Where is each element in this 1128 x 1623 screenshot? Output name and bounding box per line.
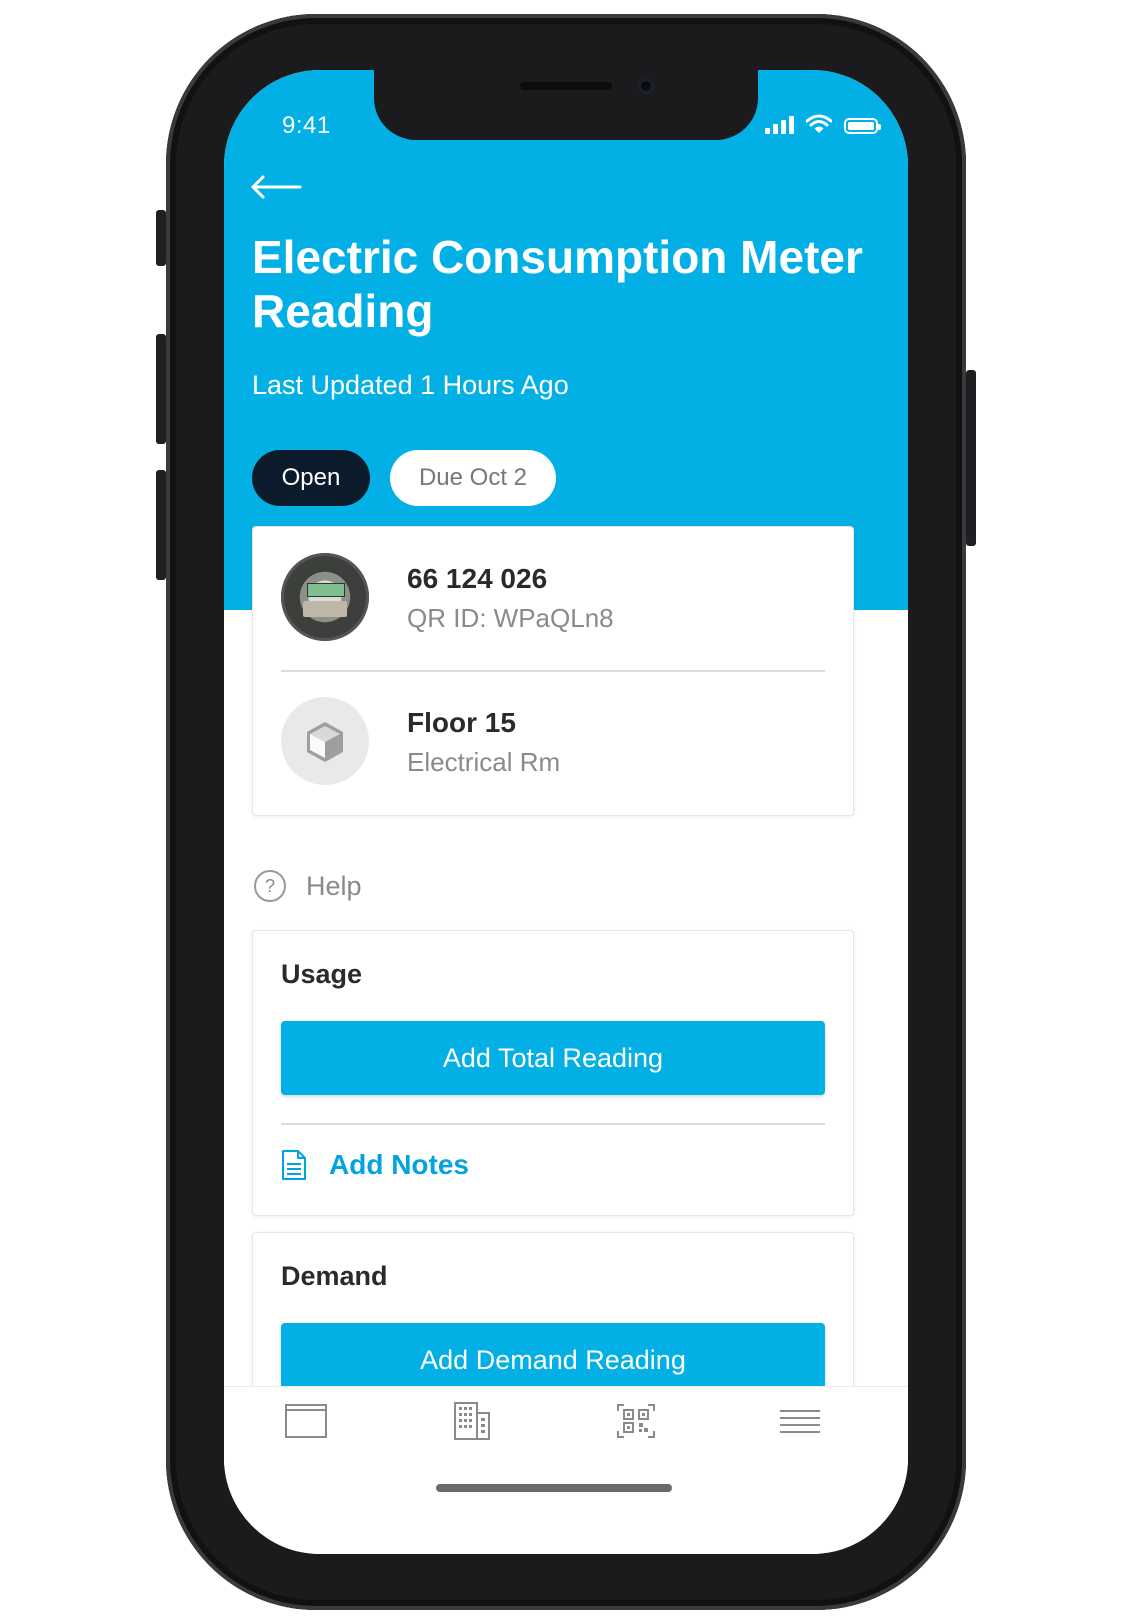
demand-title: Demand (281, 1261, 388, 1291)
meter-photo (281, 553, 369, 641)
qr-id: QR ID: WPaQLn8 (407, 603, 614, 633)
phone-frame: 9:41 Electric Consumption Meter Reading … (156, 14, 976, 1610)
front-camera (638, 78, 654, 94)
window-icon[interactable] (284, 1401, 328, 1441)
silent-switch (156, 210, 166, 266)
usage-card: Usage Add Total Reading Add Notes (252, 930, 854, 1216)
volume-down-button (156, 470, 166, 580)
bottom-tab-bar (224, 1386, 908, 1554)
asset-info-card: 66 124 026 QR ID: WPaQLn8 Floor 15 Elect… (252, 526, 854, 816)
power-button (966, 370, 976, 546)
document-icon (282, 1150, 306, 1180)
help-icon: ? (254, 870, 286, 902)
back-arrow-icon[interactable] (250, 174, 302, 200)
location-row[interactable]: Floor 15 Electrical Rm (281, 697, 825, 817)
speaker-grille (520, 82, 612, 90)
volume-up-button (156, 334, 166, 444)
status-badge[interactable]: Open (252, 450, 370, 506)
notch (374, 70, 758, 140)
due-date-badge[interactable]: Due Oct 2 (390, 450, 556, 506)
last-updated-text: Last Updated 1 Hours Ago (252, 370, 569, 400)
app-screen: 9:41 Electric Consumption Meter Reading … (224, 70, 908, 1554)
qr-code-icon[interactable] (614, 1401, 658, 1441)
space-avatar (281, 697, 369, 785)
battery-icon (844, 118, 881, 134)
room-label: Electrical Rm (407, 747, 561, 777)
menu-icon[interactable] (778, 1401, 822, 1441)
usage-title: Usage (281, 959, 363, 989)
add-notes-link[interactable]: Add Notes (281, 1149, 469, 1181)
page-title: Electric Consumption Meter Reading (252, 231, 863, 337)
building-icon[interactable] (449, 1401, 493, 1441)
card-divider (281, 670, 825, 672)
status-time: 9:41 (282, 112, 331, 139)
card-divider (281, 1123, 825, 1125)
cellular-signal-icon (765, 114, 794, 134)
asset-row[interactable]: 66 124 026 QR ID: WPaQLn8 (281, 553, 825, 673)
help-label: Help (306, 870, 362, 901)
cube-icon (307, 722, 343, 762)
help-link[interactable]: ? Help (254, 870, 362, 902)
meter-number: 66 124 026 (407, 563, 548, 594)
add-notes-label: Add Notes (329, 1149, 469, 1180)
add-total-reading-button[interactable]: Add Total Reading (281, 1021, 825, 1095)
floor-label: Floor 15 (407, 707, 516, 738)
status-icons (765, 114, 881, 134)
home-indicator[interactable] (436, 1484, 672, 1492)
wifi-icon (806, 114, 832, 133)
